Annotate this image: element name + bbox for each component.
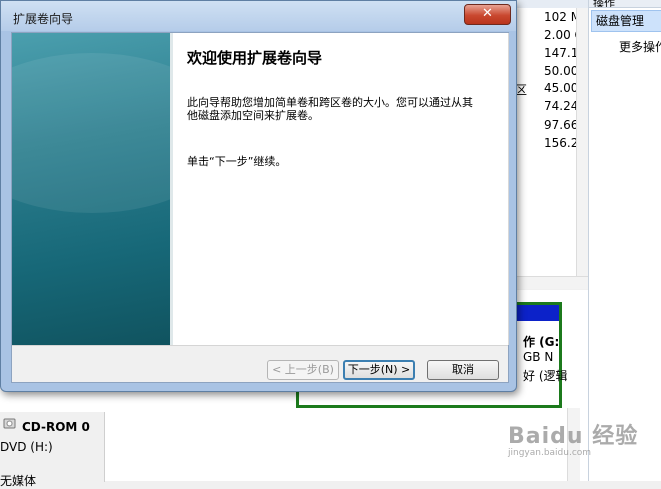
back-button[interactable]: < 上一步(B) [267, 360, 339, 380]
partition-size: GB N [523, 350, 554, 364]
partition-status: 好 (逻辑 [523, 369, 568, 383]
dvd-drive-label: DVD (H:) [0, 440, 53, 454]
wizard-heading: 欢迎使用扩展卷向导 [187, 49, 323, 67]
actions-panel: 操作 磁盘管理 更多操作 [588, 0, 661, 481]
cdrom-label: CD-ROM 0 [22, 420, 90, 434]
wizard-continue-hint: 单击“下一步”继续。 [187, 155, 287, 168]
wizard-welcome-page: 欢迎使用扩展卷向导 此向导帮助您增加简单卷和跨区卷的大小。您可以通过从其他磁盘添… [173, 33, 509, 345]
wizard-titlebar[interactable]: 扩展卷向导 ✕ [1, 1, 516, 31]
button-area-divider [12, 345, 508, 346]
volume-list-horizontal-scrollbar[interactable] [514, 276, 588, 289]
next-button[interactable]: 下一步(N) > [343, 360, 415, 380]
actions-panel-header: 操作 [589, 0, 661, 8]
watermark-logo: Baidu 经验 [508, 424, 639, 449]
watermark-url: jingyan.baidu.com [508, 448, 592, 458]
volume-list-capacity-column: 区 102 M 2.00 G 147.11 50.00 ( 45.00 ( 74… [514, 8, 587, 278]
partition-title: 作 (G: [523, 335, 560, 349]
wizard-side-banner [12, 33, 173, 345]
action-more-actions[interactable]: 更多操作 [619, 38, 661, 55]
action-disk-management[interactable]: 磁盘管理 [591, 10, 661, 32]
baidu-jingyan-watermark: Baidu 经验 jingyan.baidu.com [508, 418, 639, 458]
extend-volume-wizard-dialog: 扩展卷向导 ✕ 欢迎使用扩展卷向导 此向导帮助您增加简单卷和跨区卷的大小。您可以… [0, 0, 517, 392]
cancel-button[interactable]: 取消 [427, 360, 499, 380]
banner-decoration [12, 53, 173, 213]
wizard-description: 此向导帮助您增加简单卷和跨区卷的大小。您可以通过从其他磁盘添加空间来扩展卷。 [187, 96, 473, 122]
wizard-client-area: 欢迎使用扩展卷向导 此向导帮助您增加简单卷和跨区卷的大小。您可以通过从其他磁盘添… [11, 32, 509, 383]
cdrom-icon [3, 418, 16, 429]
close-button[interactable]: ✕ [464, 4, 511, 25]
close-icon: ✕ [482, 6, 493, 21]
wizard-title: 扩展卷向导 [13, 12, 74, 26]
